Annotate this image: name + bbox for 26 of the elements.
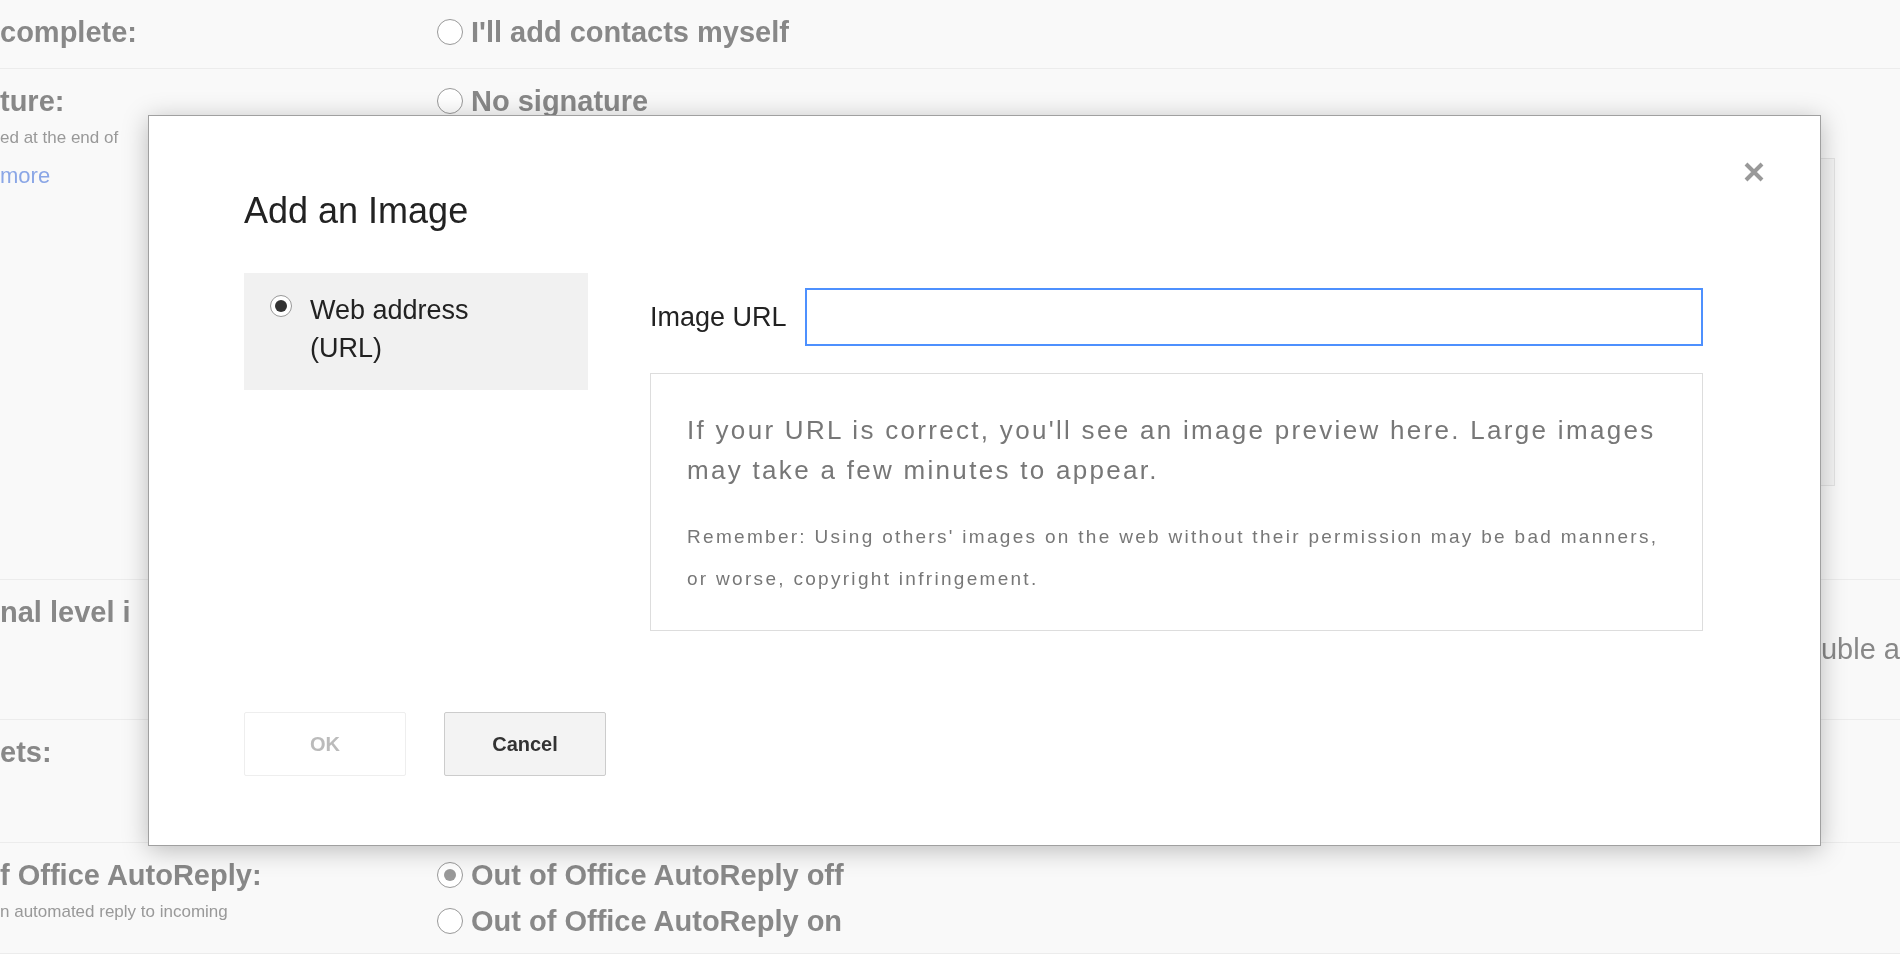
setting-label: nal level i (0, 596, 131, 628)
field-label: Image URL (650, 300, 787, 334)
radio-button[interactable] (437, 19, 463, 45)
radio-button[interactable] (437, 88, 463, 114)
setting-description: ed at the end of (0, 127, 119, 149)
copyright-note: Remember: Using others' images on the web without their permission may be bad manners, or worse, copyright infringement. (687, 525, 1660, 591)
radio-option[interactable]: No signature (437, 85, 649, 117)
setting-label: ture: (0, 85, 65, 117)
radio-option[interactable]: Out of Office AutoReply off (437, 859, 844, 891)
setting-label: ets: (0, 736, 52, 768)
preview-message: If your URL is correct, you'll see an image preview here. Large images may take a few minutes to appear. (687, 414, 1657, 487)
radio-option[interactable]: Out of Office AutoReply on (437, 905, 843, 937)
setting-label: complete: (0, 16, 137, 48)
radio-button[interactable] (270, 295, 292, 317)
dialog-button[interactable]: Cancel (444, 712, 606, 776)
setting-description: n automated reply to incoming (0, 901, 228, 923)
learn-more-link[interactable]: more (0, 158, 51, 192)
radio-button[interactable] (437, 862, 463, 888)
image-url-field[interactable] (804, 288, 1703, 346)
setting-label: f Office AutoReply: (0, 859, 262, 891)
dialog-title: Add an Image (244, 191, 469, 231)
radio-button[interactable] (437, 908, 463, 934)
radio-option[interactable]: I'll add contacts myself (437, 16, 789, 48)
setting-text: uble a (1821, 632, 1900, 667)
close-icon[interactable] (1743, 161, 1765, 183)
source-tab[interactable]: Web address (URL) (244, 273, 588, 390)
